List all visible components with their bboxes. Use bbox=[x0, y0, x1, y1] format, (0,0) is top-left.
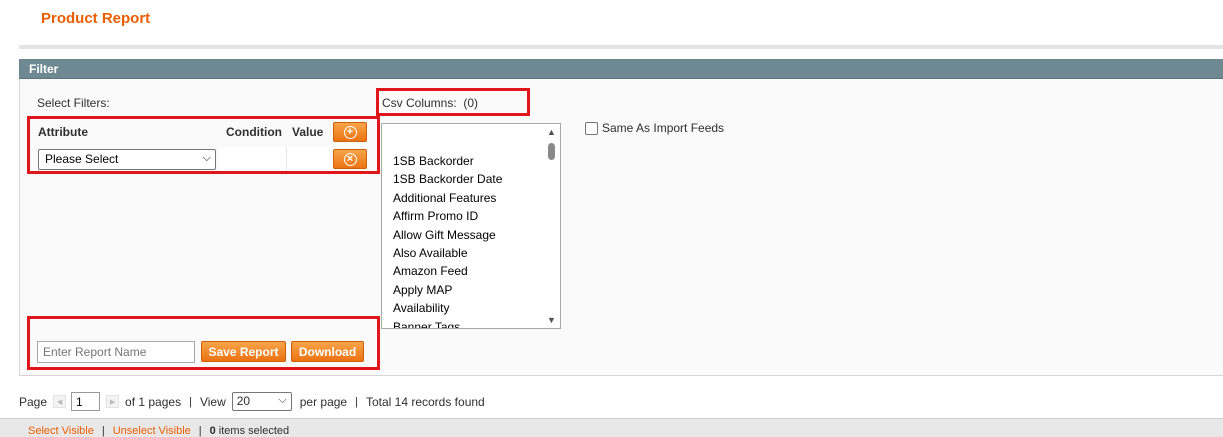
highlight-box-csv-columns bbox=[376, 88, 530, 116]
per-page-value: 20 bbox=[236, 394, 251, 408]
csv-column-option[interactable]: Allow Gift Message bbox=[393, 228, 502, 246]
csv-list-scrollbar[interactable]: ▲ ▼ bbox=[543, 124, 560, 328]
scroll-down-icon[interactable]: ▼ bbox=[547, 315, 556, 325]
per-page-label: per page bbox=[299, 394, 348, 409]
pager-separator: | bbox=[355, 395, 358, 408]
pager: Page ◀ ▶ of 1 pages | View 20 ⌵ per page… bbox=[19, 392, 485, 411]
csv-column-option[interactable]: Banner Tags bbox=[393, 320, 502, 328]
csv-columns-items: 1SB Backorder 1SB Backorder Date Additiona… bbox=[393, 154, 502, 328]
csv-column-option[interactable]: 1SB Backorder Date bbox=[393, 172, 502, 190]
csv-column-option[interactable]: Additional Features bbox=[393, 191, 502, 209]
page-title: Product Report bbox=[41, 10, 151, 27]
massaction-separator: | bbox=[101, 425, 105, 437]
chevron-down-icon: ⌵ bbox=[278, 394, 287, 406]
massaction-separator: | bbox=[198, 425, 202, 437]
pager-separator: | bbox=[189, 395, 192, 408]
scrollbar-thumb[interactable] bbox=[548, 143, 555, 160]
csv-column-option[interactable]: 1SB Backorder bbox=[393, 154, 502, 172]
same-as-import-label[interactable]: Same As Import Feeds bbox=[602, 121, 724, 135]
items-selected: 0 items selected bbox=[210, 425, 290, 437]
page-number-input[interactable] bbox=[71, 392, 101, 411]
page-label: Page bbox=[19, 394, 48, 409]
csv-column-option[interactable]: Apply MAP bbox=[393, 283, 502, 301]
csv-column-option[interactable]: Amazon Feed bbox=[393, 264, 502, 282]
select-filters-label: Select Filters: bbox=[37, 96, 110, 110]
selected-suffix: items selected bbox=[215, 425, 290, 437]
csv-columns-list[interactable]: 1SB Backorder 1SB Backorder Date Additiona… bbox=[381, 123, 561, 329]
previous-page-icon[interactable]: ◀ bbox=[53, 395, 67, 408]
same-as-import-checkbox[interactable] bbox=[585, 122, 598, 135]
filter-section-header[interactable]: Filter bbox=[19, 59, 1223, 79]
per-page-select[interactable]: 20 ⌵ bbox=[231, 392, 292, 411]
highlight-box-report-actions bbox=[27, 316, 380, 370]
total-records: Total 14 records found bbox=[365, 394, 485, 409]
unselect-visible-link[interactable]: Unselect Visible bbox=[113, 425, 191, 437]
highlight-box-filter-row bbox=[27, 116, 380, 174]
csv-column-option[interactable]: Affirm Promo ID bbox=[393, 209, 502, 227]
select-visible-link[interactable]: Select Visible bbox=[28, 425, 94, 437]
scroll-up-icon[interactable]: ▲ bbox=[547, 127, 556, 137]
page-count: of 1 pages bbox=[125, 394, 182, 409]
next-page-icon[interactable]: ▶ bbox=[106, 395, 120, 408]
massaction-bar: Select Visible | Unselect Visible | 0 it… bbox=[0, 418, 1223, 437]
csv-column-option[interactable]: Availability bbox=[393, 301, 502, 319]
csv-column-option[interactable]: Also Available bbox=[393, 246, 502, 264]
view-label: View bbox=[199, 394, 226, 409]
title-divider bbox=[19, 45, 1223, 49]
